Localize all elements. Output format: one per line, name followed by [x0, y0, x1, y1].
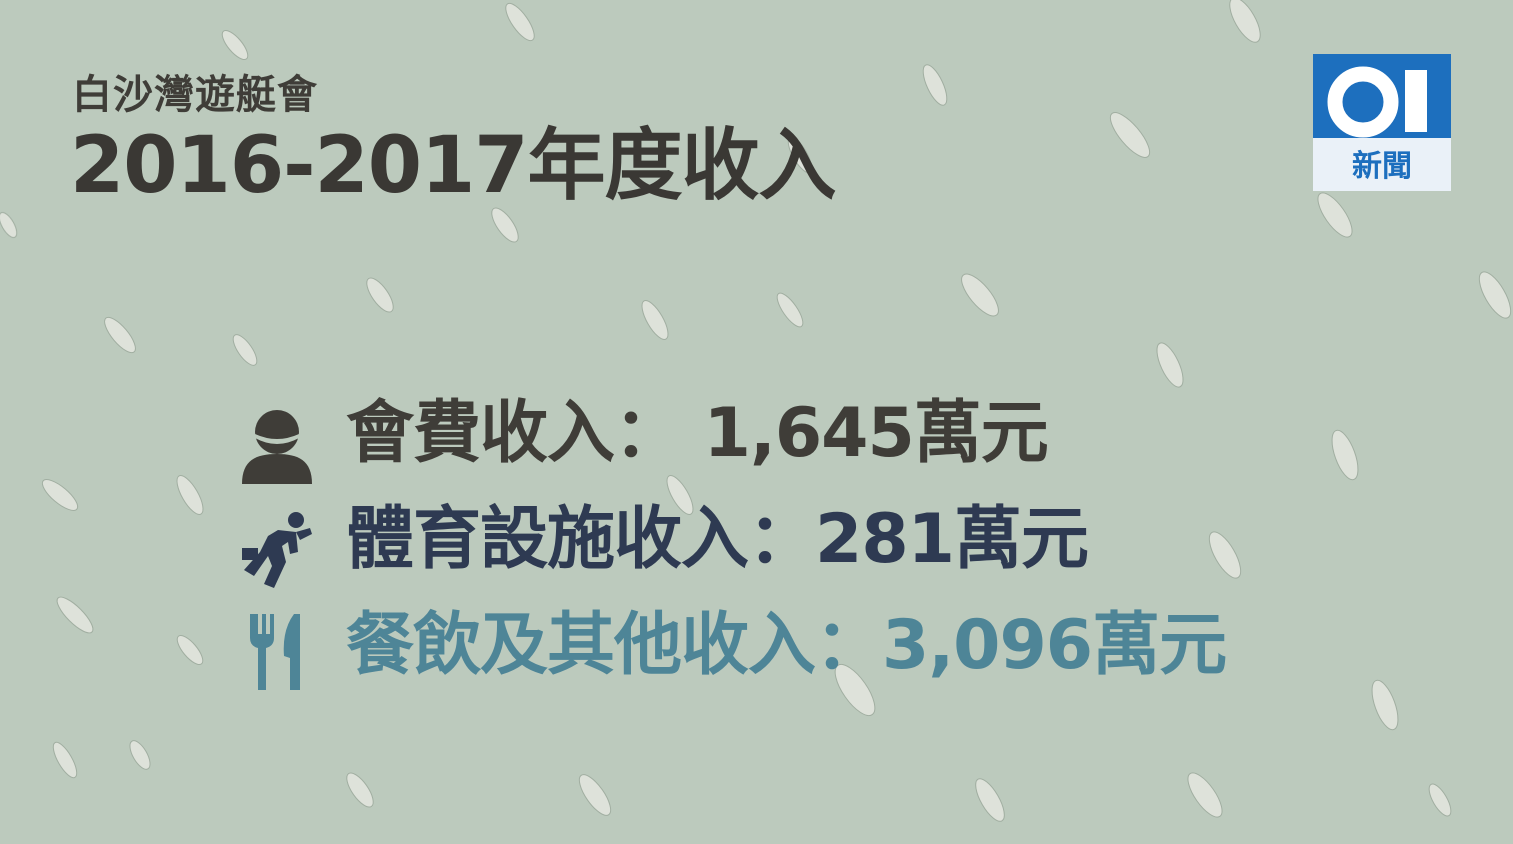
- hk01-news-logo: 新聞: [1313, 54, 1451, 191]
- membership-income-text: 會費收入： 1,645萬元: [346, 394, 1049, 473]
- person-icon: [238, 410, 316, 488]
- fork-knife-icon: [238, 614, 308, 694]
- sports-facilities-income-text: 體育設施收入：281萬元: [346, 500, 1089, 579]
- logo-label: 新聞: [1352, 149, 1412, 184]
- club-name: 白沙灣遊艇會: [72, 72, 318, 118]
- dining-other-income-text: 餐飲及其他收入：3,096萬元: [346, 606, 1227, 685]
- runner-icon: [238, 512, 318, 594]
- page-title: 2016-2017年度收入: [70, 121, 837, 211]
